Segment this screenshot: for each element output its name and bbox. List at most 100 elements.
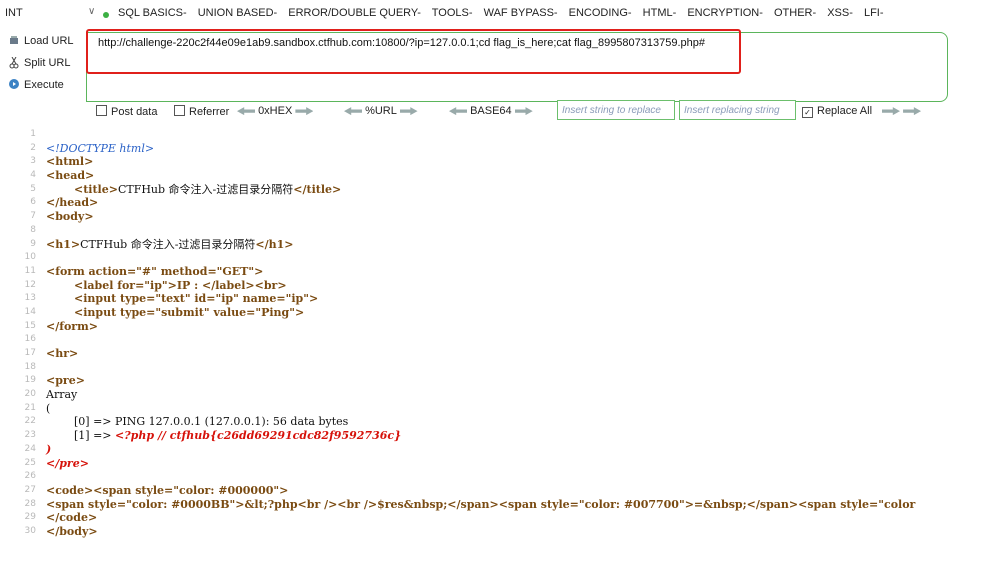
replacing-string-input[interactable]: Insert replacing string [679, 100, 796, 120]
form-close-tag: </form> [46, 319, 98, 333]
menu-error-double-query[interactable]: ERROR/DOUBLE QUERY- [288, 7, 421, 19]
line-number: 6 [30, 197, 36, 208]
form-tag: <form action="#" method="GET"> [46, 264, 264, 278]
source-line: 13 <input type="text" id="ip" name="ip"> [0, 292, 1006, 306]
arrow-left-icon [344, 107, 362, 116]
status-dots [103, 9, 113, 21]
scissors-icon [9, 56, 19, 69]
line-number: 2 [30, 142, 36, 153]
int-label[interactable]: INT [5, 7, 23, 19]
hr-tag: <hr> [46, 347, 79, 360]
line-number: 18 [24, 361, 36, 372]
menu-other[interactable]: OTHER- [774, 7, 816, 19]
checkbox-icon [174, 105, 185, 116]
execute-label: Execute [24, 79, 64, 91]
execute-button[interactable]: Execute [0, 74, 90, 96]
menu-html[interactable]: HTML- [643, 7, 677, 19]
menu-lfi[interactable]: LFI- [864, 7, 884, 19]
menu-xss[interactable]: XSS- [827, 7, 853, 19]
line-number: 24 [24, 443, 36, 454]
split-url-label: Split URL [24, 57, 71, 69]
hex-encode-button[interactable]: 0xHEX [237, 105, 314, 117]
line-number: 1 [30, 129, 36, 139]
source-line: 8 [0, 224, 1006, 238]
line-number: 25 [24, 457, 36, 468]
replace-arrow-button[interactable] [882, 105, 922, 117]
h1-text: CTFHub 命令注入-过滤目录分隔符 [80, 237, 256, 251]
replace-all-checkbox[interactable]: ✓ Replace All [802, 105, 872, 118]
line-number: 23 [24, 430, 36, 441]
base64-button[interactable]: BASE64 [449, 105, 533, 117]
line-number: 10 [24, 252, 36, 263]
body-close-tag: </body> [46, 524, 98, 538]
arrow-left-icon [449, 107, 467, 116]
post-data-label: Post data [111, 106, 158, 118]
menu-sql-basics[interactable]: SQL BASICS- [118, 7, 187, 19]
line-number: 27 [24, 484, 36, 495]
head-tag: <head> [46, 169, 95, 183]
chevron-down-icon[interactable]: ∨ [88, 6, 95, 17]
menu-union-based[interactable]: UNION BASED- [198, 7, 277, 19]
title-open-tag: <title> [74, 182, 118, 196]
line-number: 3 [30, 156, 36, 167]
code-close-tag: </code> [46, 511, 98, 525]
line-number: 19 [24, 375, 36, 386]
menu-items: SQL BASICS- UNION BASED- ERROR/DOUBLE QU… [118, 7, 892, 19]
hackbar-toolbar: Post data Referrer 0xHEX %URL BASE64 ✓ Re… [94, 102, 1006, 122]
code-span-tag: <code><span style="color: #000000"> [46, 483, 289, 497]
source-line: 17 <hr> [0, 347, 1006, 361]
source-line: 30 </body> [0, 525, 1006, 539]
h1-close-tag: </h1> [255, 237, 294, 251]
source-line: 18 [0, 361, 1006, 375]
arrow-left-icon [237, 107, 255, 116]
source-line: 1 [0, 128, 1006, 142]
menu-tools[interactable]: TOOLS- [432, 7, 473, 19]
arrow-right-icon [295, 107, 314, 116]
source-line: 3 <html> [0, 155, 1006, 169]
source-line: 22 [0] => PING 127.0.0.1 (127.0.0.1): 56 … [0, 415, 1006, 429]
source-line: 6 </head> [0, 196, 1006, 210]
line-number: 16 [24, 334, 36, 345]
pre-close-tag: </pre> [46, 456, 89, 470]
checkbox-checked-icon: ✓ [802, 107, 813, 118]
source-line: 20 Array [0, 388, 1006, 402]
source-line: 19 <pre> [0, 374, 1006, 388]
php-source-line: <span style="color: #0000BB">&lt;?php<br… [46, 497, 916, 511]
source-line: 21 ( [0, 402, 1006, 416]
line-number: 12 [24, 279, 36, 290]
line-number: 4 [30, 170, 36, 181]
source-line: 11 <form action="#" method="GET"> [0, 265, 1006, 279]
array-text: Array [46, 388, 78, 402]
line-number: 20 [24, 389, 36, 400]
line-number: 28 [24, 498, 36, 509]
split-url-button[interactable]: Split URL [0, 52, 90, 74]
body-tag: <body> [46, 210, 94, 224]
source-line: 28 <span style="color: #0000BB">&lt;?php<… [0, 498, 1006, 512]
replace-all-label: Replace All [817, 105, 873, 117]
line-number: 21 [24, 402, 36, 413]
referrer-checkbox[interactable]: Referrer [174, 105, 229, 118]
menu-waf-bypass[interactable]: WAF BYPASS- [484, 7, 558, 19]
load-icon [9, 35, 19, 45]
doctype-line: <!DOCTYPE html> [46, 141, 155, 155]
url-value[interactable]: http://challenge-220c2f44e09e1ab9.sandbo… [98, 37, 705, 49]
line-number: 9 [30, 238, 36, 249]
load-url-button[interactable]: Load URL [0, 30, 90, 52]
replace-string-input[interactable]: Insert string to replace [557, 100, 675, 120]
base64-label: BASE64 [470, 105, 512, 117]
ping-output: [0] => PING 127.0.0.1 (127.0.0.1): 56 da… [74, 415, 349, 429]
line-number: 13 [24, 293, 36, 304]
line-number: 30 [24, 525, 36, 536]
checkbox-icon [96, 105, 107, 116]
post-data-checkbox[interactable]: Post data [96, 105, 157, 118]
url-encode-button[interactable]: %URL [344, 105, 418, 117]
source-line: 15 </form> [0, 320, 1006, 334]
title-close-tag: </title> [293, 182, 342, 196]
menu-encoding[interactable]: ENCODING- [569, 7, 632, 19]
hex-label: 0xHEX [258, 105, 293, 117]
hackbar-actions: Load URL Split URL Execute [0, 30, 90, 96]
page-source-view: 1 2 <!DOCTYPE html> 3 <html> 4 <head> 5 <tit… [0, 128, 1006, 539]
source-line: 9 <h1>CTFHub 命令注入-过滤目录分隔符</h1> [0, 238, 1006, 252]
source-line: 26 [0, 470, 1006, 484]
menu-encryption[interactable]: ENCRYPTION- [687, 7, 763, 19]
